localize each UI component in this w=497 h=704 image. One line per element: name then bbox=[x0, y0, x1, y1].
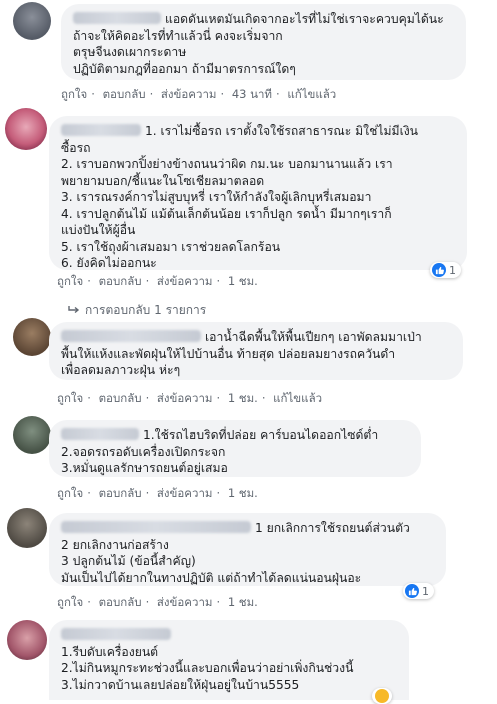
comment-line: แอดดันเหตมันเกิดจากอะไรที่ไม่ใช่เราจะควบ… bbox=[165, 12, 444, 26]
edited-label[interactable]: แก้ไขแล้ว bbox=[273, 391, 322, 405]
comment-actions: ถูกใจ · ตอบกลับ · ส่งข้อความ · 1 ชม. bbox=[57, 595, 258, 609]
replies-count-label: การตอบกลับ 1 รายการ bbox=[85, 303, 207, 317]
edited-label[interactable]: แก้ไขแล้ว bbox=[287, 87, 336, 101]
comment-line: พยายามบอก/ชี้แนะในโซเชียลมาตลอด bbox=[61, 173, 265, 188]
reaction-badge[interactable]: 1 bbox=[430, 262, 461, 278]
commenter-name[interactable] bbox=[61, 628, 171, 640]
comment-line: 1.ใช้รถไฮบริดที่ปล่อย คาร์บอนไดออกไซด์ต่… bbox=[143, 428, 379, 442]
reaction-badge[interactable]: 1 bbox=[403, 583, 434, 599]
like-link[interactable]: ถูกใจ bbox=[57, 595, 83, 609]
view-replies-link[interactable]: การตอบกลับ 1 รายการ bbox=[68, 301, 206, 320]
comment-line: 3.ไม่กวาดบ้านเลยปล่อยให้ฝุ่นอยู่ในบ้าน55… bbox=[61, 677, 300, 692]
thumbs-up-icon bbox=[405, 584, 419, 598]
comment-line: 1.รีบดับเครื่องยนต์ bbox=[61, 644, 159, 659]
message-link[interactable]: ส่งข้อความ bbox=[157, 391, 213, 405]
avatar[interactable] bbox=[13, 318, 51, 356]
reply-link[interactable]: ตอบกลับ bbox=[99, 274, 142, 288]
like-link[interactable]: ถูกใจ bbox=[57, 486, 83, 500]
comment-line: 1. เราไม่ซื้อรถ เราตั้งใจใช้รถสาธารณะ มิ… bbox=[145, 124, 419, 138]
comment-actions: ถูกใจ · ตอบกลับ · ส่งข้อความ · 1 ชม. bbox=[57, 486, 258, 500]
commenter-name[interactable] bbox=[61, 330, 201, 342]
reply-link[interactable]: ตอบกลับ bbox=[99, 391, 142, 405]
comment-line: 1 ยกเลิกการใช้รถยนต์ส่วนตัว bbox=[255, 521, 410, 535]
comment-bubble: 1.ใช้รถไฮบริดที่ปล่อย คาร์บอนไดออกไซด์ต่… bbox=[49, 420, 421, 477]
avatar[interactable] bbox=[5, 108, 47, 150]
comment-line: 2. เราบอกพวกปิ้งย่างข้างถนนว่าผิด กม.นะ … bbox=[61, 157, 393, 171]
comment-bubble: 1 ยกเลิกการใช้รถยนต์ส่วนตัว 2 ยกเลิกงานก… bbox=[49, 513, 446, 586]
avatar[interactable] bbox=[7, 508, 47, 548]
reply-link[interactable]: ตอบกลับ bbox=[103, 87, 146, 101]
reaction-badge[interactable] bbox=[372, 688, 392, 704]
avatar[interactable] bbox=[7, 620, 47, 660]
timestamp[interactable]: 43 นาที bbox=[232, 87, 272, 101]
comment-line: 2.จอดรถรอดับเครื่องเปิดกระจก bbox=[61, 444, 226, 459]
comment-line: 3. เรารณรงค์การไม่สูบบุหรี่ เราให้กำลังใ… bbox=[61, 190, 372, 204]
like-link[interactable]: ถูกใจ bbox=[61, 87, 87, 101]
timestamp[interactable]: 1 ชม. bbox=[228, 486, 258, 500]
comment-line: เอาน้ำฉีดพื้นให้พื้นเปียกๆ เอาพัดลมมาเป่… bbox=[205, 330, 422, 344]
comment-line: 6. ยังคิดไม่ออกนะ bbox=[61, 256, 157, 270]
comment-line: 5. เราใช้ถุงผ้าเสมอมา เราช่วยลดโลกร้อน bbox=[61, 239, 281, 254]
comment-line: แบ่งปันให้ผู้อื่น bbox=[61, 223, 136, 237]
avatar[interactable] bbox=[13, 2, 51, 40]
reply-link[interactable]: ตอบกลับ bbox=[99, 595, 142, 609]
timestamp[interactable]: 1 ชม. bbox=[228, 274, 258, 288]
like-link[interactable]: ถูกใจ bbox=[57, 391, 83, 405]
comment-line: ถ้าจะให้คิดอะไรที่ทำแล้วนี่ คงจะเริ่มจาก bbox=[73, 28, 283, 43]
reaction-count: 1 bbox=[449, 263, 456, 277]
comment-bubble: เอาน้ำฉีดพื้นให้พื้นเปียกๆ เอาพัดลมมาเป่… bbox=[49, 322, 463, 380]
commenter-name[interactable] bbox=[73, 12, 161, 24]
comment-line: 4. เราปลูกต้นไม้ แม้ต้นเล็กต้นน้อย เราก็… bbox=[61, 206, 392, 221]
reply-link[interactable]: ตอบกลับ bbox=[99, 486, 142, 500]
message-link[interactable]: ส่งข้อความ bbox=[157, 486, 213, 500]
commenter-name[interactable] bbox=[61, 428, 139, 440]
comment-actions: ถูกใจ · ตอบกลับ · ส่งข้อความ · 43 นาที · แก้… bbox=[61, 87, 337, 101]
message-link[interactable]: ส่งข้อความ bbox=[157, 595, 213, 609]
comment-line: 2.ไม่กินหมูกระทะช่วงนี้และบอกเพื่อนว่าอย… bbox=[61, 661, 354, 675]
message-link[interactable]: ส่งข้อความ bbox=[161, 87, 217, 101]
comment-bubble: 1. เราไม่ซื้อรถ เราตั้งใจใช้รถสาธารณะ มิ… bbox=[49, 116, 467, 270]
commenter-name[interactable] bbox=[61, 521, 251, 533]
avatar[interactable] bbox=[13, 416, 51, 454]
comment-line: พื้นให้แห้งและพัดฝุ่นให้ไปบ้านอื่น ท้ายส… bbox=[61, 346, 396, 361]
comment-line: 3 ปลูกต้นไม้ (ข้อนี้สำคัญ) bbox=[61, 554, 196, 568]
comment-bubble: แอดดันเหตมันเกิดจากอะไรที่ไม่ใช่เราจะควบ… bbox=[61, 4, 466, 80]
comment-line: เพื่อลดมลภาวะฝุ่น ห่ะๆ bbox=[61, 363, 181, 377]
like-link[interactable]: ถูกใจ bbox=[57, 274, 83, 288]
comment-line: ปฏิบัติตามกฎที่ออกมา ถ้ามีมาตรการณ์ใดๆ bbox=[73, 61, 296, 76]
timestamp[interactable]: 1 ชม. bbox=[228, 595, 258, 609]
commenter-name[interactable] bbox=[61, 124, 141, 136]
comment-line: มันเป็นไปได้ยากในทางปฏิบัติ แต่ถ้าทำได้ล… bbox=[61, 570, 362, 585]
reply-arrow-icon bbox=[68, 306, 80, 314]
reaction-count: 1 bbox=[422, 584, 429, 598]
comment-bubble: 1.รีบดับเครื่องยนต์ 2.ไม่กินหมูกระทะช่วง… bbox=[49, 620, 409, 700]
comment-line: 3.หมั่นดูแลรักษารถยนต์อยู่เสมอ bbox=[61, 461, 228, 475]
comment-actions: ถูกใจ · ตอบกลับ · ส่งข้อความ · 1 ชม. · แก้ไข… bbox=[57, 391, 323, 405]
thumbs-up-icon bbox=[375, 689, 389, 703]
comment-line: 2 ยกเลิกงานก่อสร้าง bbox=[61, 537, 169, 552]
timestamp[interactable]: 1 ชม. bbox=[228, 391, 258, 405]
comment-line: ซื้อรถ bbox=[61, 140, 91, 155]
comment-actions: ถูกใจ · ตอบกลับ · ส่งข้อความ · 1 ชม. bbox=[57, 274, 258, 288]
thumbs-up-icon bbox=[432, 263, 446, 277]
comment-line: ตรุษจีนงดเผากระดาษ bbox=[73, 45, 187, 59]
message-link[interactable]: ส่งข้อความ bbox=[157, 274, 213, 288]
